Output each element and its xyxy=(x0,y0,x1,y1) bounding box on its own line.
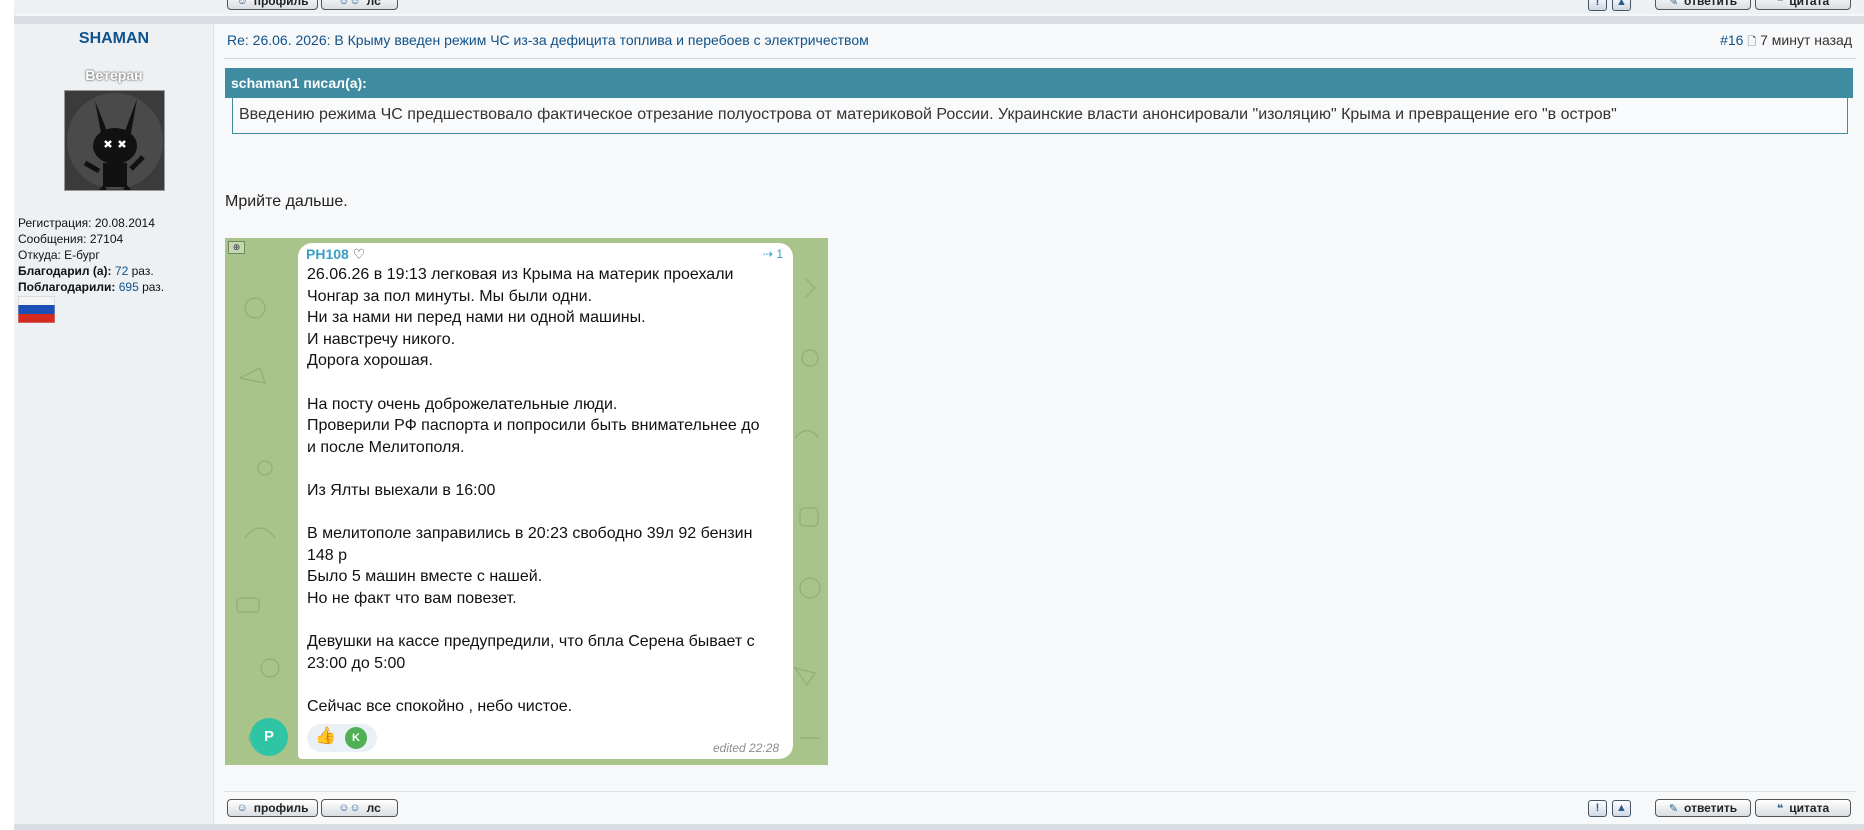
telegram-message-line: и после Мелитополя. xyxy=(307,438,465,456)
users-icon: ☺☺ xyxy=(338,802,361,814)
post-time: 7 минут назад xyxy=(1760,32,1852,48)
telegram-message-line: Девушки на кассе предупредили, что бпла … xyxy=(307,633,755,651)
title-rule xyxy=(224,58,1856,59)
quote-header: schaman1 писал(а): xyxy=(225,68,1853,98)
thanked-count-link[interactable]: 72 xyxy=(115,264,128,278)
thanked-row: Благодарил (а): 72 раз. xyxy=(18,264,154,278)
telegram-message-line: В мелитополе заправились в 20:23 свободн… xyxy=(307,525,753,543)
telegram-message-line: 23:00 до 5:00 xyxy=(307,654,406,672)
location-row: Откуда: Е-бург xyxy=(18,248,100,262)
messages-row: Сообщения: 27104 xyxy=(18,232,124,246)
top-pm-button[interactable]: ☺☺ лс xyxy=(321,0,398,10)
top-reply-button[interactable]: ✎ ответить xyxy=(1655,0,1751,10)
telegram-message-line xyxy=(307,458,787,480)
heart-badge-icon: ♡ xyxy=(352,246,366,262)
telegram-message-line: На посту очень доброжелательные люди. xyxy=(307,395,618,413)
telegram-message-line xyxy=(307,502,787,524)
profile-button[interactable]: ☺ профиль xyxy=(227,799,318,817)
forward-icon: ⇢ xyxy=(763,247,774,261)
post-divider-bottom xyxy=(14,824,1864,830)
users-icon: ☺☺ xyxy=(338,0,361,7)
telegram-views: ⇢ 1 xyxy=(763,247,784,261)
telegram-screenshot-image[interactable]: ⊕ PH108 ♡ ⇢ 1 26.06.26 в 19:13 легковая … xyxy=(225,238,828,765)
author-username[interactable]: SHAMAN xyxy=(14,30,214,48)
quote-button[interactable]: ❝ цитата xyxy=(1755,799,1851,817)
telegram-message-line: Ни за нами ни перед нами ни одной машины… xyxy=(307,309,646,327)
top-scroll-up-icon[interactable]: ▲ xyxy=(1612,0,1631,11)
user-icon: ☺ xyxy=(236,0,248,7)
reply-button[interactable]: ✎ ответить xyxy=(1655,799,1751,817)
report-icon[interactable]: ! xyxy=(1588,800,1607,817)
thumbs-up-icon: 👍 xyxy=(315,726,337,745)
post-title-link[interactable]: Re: 26.06. 2026: В Крыму введен режим ЧС… xyxy=(227,32,869,48)
top-profile-button[interactable]: ☺ профиль xyxy=(227,0,318,10)
quote-icon: ❝ xyxy=(1776,802,1784,815)
author-rank: Ветеран xyxy=(85,67,143,83)
was-thanked-count-link[interactable]: 695 xyxy=(119,280,139,294)
reply-icon: ✎ xyxy=(1668,0,1679,8)
telegram-message-line: Чонгар за пол минуты. Мы были одни. xyxy=(307,287,593,305)
author-avatar[interactable] xyxy=(64,90,165,191)
telegram-message-line: 148 р xyxy=(307,546,348,564)
author-profile-info: Регистрация: 20.08.2014 Сообщения: 27104… xyxy=(18,215,164,295)
telegram-edited-time: edited 22:28 xyxy=(713,741,780,755)
post-meta: #16 🗋 7 минут назад xyxy=(1720,32,1852,52)
telegram-message-line: Сейчас все спокойно , небо чистое. xyxy=(307,697,573,715)
top-report-icon[interactable]: ! xyxy=(1588,0,1607,11)
telegram-message-line xyxy=(307,610,787,632)
quote-icon: ❝ xyxy=(1776,0,1784,8)
post-number-link[interactable]: #16 xyxy=(1720,32,1743,48)
telegram-message-line: Из Ялты выехали в 16:00 xyxy=(307,481,496,499)
telegram-message-line: Проверили РФ паспорта и попросили быть в… xyxy=(307,417,760,435)
footer-rule xyxy=(224,791,1856,792)
quote-text: Введению режима ЧС предшествовало фактич… xyxy=(232,98,1848,134)
telegram-message-line: И навстречу никого. xyxy=(307,330,456,348)
telegram-author: PH108 ♡ xyxy=(306,246,366,262)
registration-row: Регистрация: 20.08.2014 xyxy=(18,216,155,230)
telegram-message-line: Но не факт что вам повезет. xyxy=(307,589,517,607)
top-quote-button[interactable]: ❝ цитата xyxy=(1755,0,1851,10)
reply-icon: ✎ xyxy=(1668,802,1679,815)
reaction-avatar: K xyxy=(345,727,367,749)
was-thanked-row: Поблагодарили: 695 раз. xyxy=(18,280,165,294)
telegram-message-line: Дорога хорошая. xyxy=(307,352,433,370)
zoom-icon[interactable]: ⊕ xyxy=(228,241,245,254)
post-divider xyxy=(14,16,1864,24)
telegram-message-line xyxy=(307,674,787,696)
pm-button[interactable]: ☺☺ лс xyxy=(321,799,398,817)
telegram-message-text: 26.06.26 в 19:13 легковая из Крыма на ма… xyxy=(307,264,787,717)
post-body-text: Мрийте дальше. xyxy=(225,193,348,210)
telegram-message-line: 26.06.26 в 19:13 легковая из Крыма на ма… xyxy=(307,266,734,283)
russia-flag-icon xyxy=(18,296,55,323)
post-document-icon[interactable]: 🗋 xyxy=(1747,36,1756,48)
telegram-sender-avatar: P xyxy=(250,718,288,756)
scroll-up-icon[interactable]: ▲ xyxy=(1612,800,1631,817)
user-icon: ☺ xyxy=(236,802,248,814)
telegram-message-line: Было 5 машин вместе с нашей. xyxy=(307,568,543,586)
rabbit-avatar-icon xyxy=(65,91,164,190)
telegram-message-line xyxy=(307,372,787,394)
